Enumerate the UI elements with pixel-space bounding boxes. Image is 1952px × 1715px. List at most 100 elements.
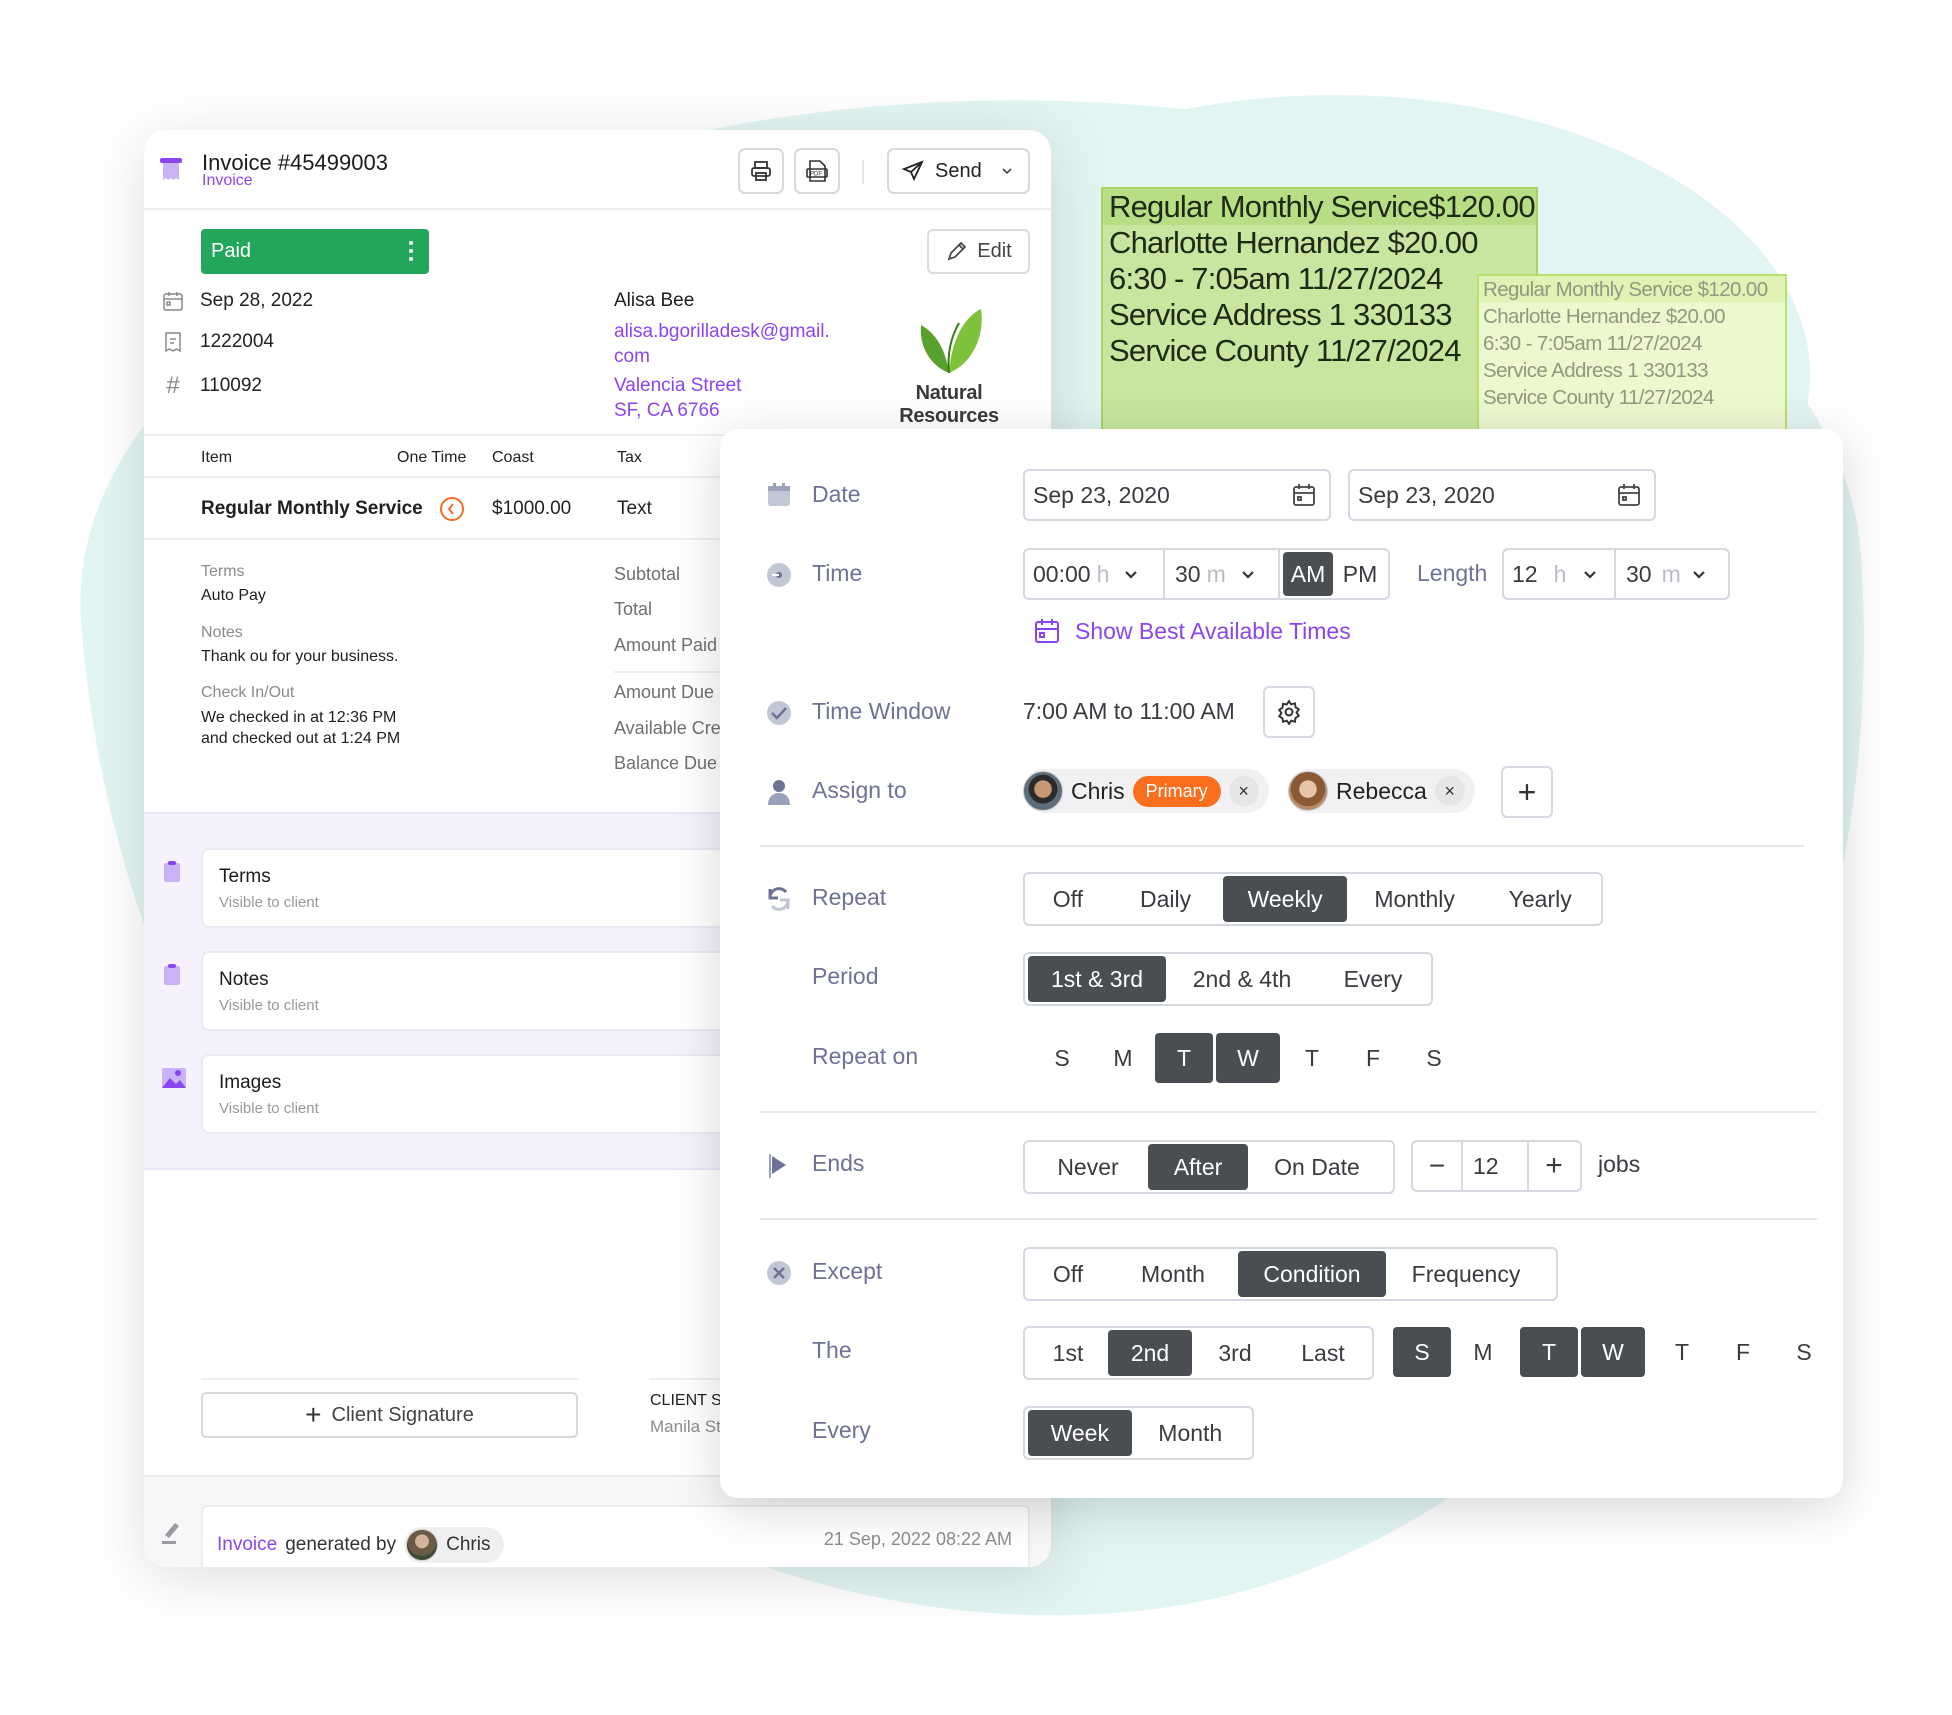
weekday-toggle[interactable]: W [1581, 1327, 1645, 1377]
status-dropdown[interactable]: Paid [201, 229, 429, 274]
end-date-input[interactable]: Sep 23, 2020 [1348, 469, 1656, 521]
weekday-toggle[interactable]: M [1094, 1033, 1152, 1083]
except-option[interactable]: Month [1108, 1251, 1238, 1297]
route-note-preview: Regular Monthly Service $120.00 Charlott… [1477, 274, 1787, 444]
client-email[interactable]: alisa.bgorilladesk@gmail. [614, 321, 830, 343]
period-option[interactable]: 2nd & 4th [1166, 956, 1318, 1002]
edit-history-icon [162, 1523, 179, 1544]
minute-select[interactable]: 30 m [1165, 550, 1280, 598]
assignee-name: Chris [1071, 777, 1125, 804]
show-best-times-link[interactable]: Show Best Available Times [1033, 617, 1351, 645]
pm-toggle[interactable]: PM [1335, 552, 1385, 596]
repeat-on-days: S M T W T F S [1033, 1033, 1466, 1083]
check-circle-icon [767, 701, 791, 725]
ends-option[interactable]: Never [1028, 1144, 1148, 1190]
calendar-icon [1035, 619, 1059, 643]
note-line: Service County 11/27/2024 [1109, 333, 1461, 368]
remove-assignee-icon[interactable]: × [1228, 776, 1259, 806]
weekday-toggle[interactable]: T [1653, 1327, 1711, 1377]
repeat-option[interactable]: Off [1028, 876, 1108, 922]
except-segmented: Off Month Condition Frequency [1023, 1247, 1558, 1301]
weekday-toggle[interactable]: W [1216, 1033, 1280, 1083]
repeat-option[interactable]: Monthly [1347, 876, 1483, 922]
the-option[interactable]: 3rd [1192, 1330, 1278, 1376]
hour-value: 00:00 [1033, 560, 1091, 587]
every-option[interactable]: Month [1132, 1410, 1249, 1456]
weekday-toggle[interactable]: S [1393, 1327, 1451, 1377]
jobs-count-input[interactable]: 12 [1463, 1142, 1529, 1190]
length-hour-select[interactable]: 12 h [1504, 550, 1616, 598]
client-email-cont[interactable]: com [614, 346, 650, 368]
client-address-line2[interactable]: SF, CA 6766 [614, 400, 720, 422]
repeat-option[interactable]: Weekly [1223, 876, 1347, 922]
send-button[interactable]: Send [887, 148, 1030, 194]
check-line1: We checked in at 12:36 PM [201, 709, 397, 726]
signature-line [201, 1378, 578, 1380]
user-chip[interactable]: Chris [404, 1527, 505, 1563]
am-toggle[interactable]: AM [1283, 552, 1333, 596]
summary-amount-paid: Amount Paid [614, 635, 718, 655]
add-assignee-button[interactable]: + [1501, 766, 1553, 818]
repeat-option[interactable]: Daily [1108, 876, 1224, 922]
reference-number-value: 110092 [200, 375, 262, 396]
invoice-subtitle[interactable]: Invoice [202, 172, 253, 190]
weekday-toggle[interactable]: F [1344, 1033, 1402, 1083]
weekday-toggle[interactable]: T [1283, 1033, 1341, 1083]
flag-icon [769, 1154, 786, 1178]
check-line2: and checked out at 1:24 PM [201, 730, 401, 747]
ends-option[interactable]: On Date [1248, 1144, 1386, 1190]
repeat-option[interactable]: Yearly [1482, 876, 1598, 922]
the-option[interactable]: 1st [1028, 1330, 1108, 1376]
ends-segmented: Never After On Date [1023, 1140, 1395, 1194]
decrement-button[interactable]: − [1413, 1142, 1463, 1190]
except-option[interactable]: Frequency [1386, 1251, 1546, 1297]
length-minute-value: 30 [1626, 560, 1652, 587]
weekday-toggle[interactable]: T [1520, 1327, 1578, 1377]
every-option[interactable]: Week [1028, 1410, 1132, 1456]
assignee-chip-chris[interactable]: Chris Primary × [1023, 769, 1269, 813]
period-option[interactable]: 1st & 3rd [1028, 956, 1166, 1002]
client-signature-label: Client Signature [331, 1403, 474, 1426]
section-subtitle: Visible to client [219, 894, 319, 911]
logo-name: Natural Resources [899, 382, 999, 427]
summary-divider [614, 671, 734, 673]
weekday-toggle[interactable]: M [1454, 1327, 1512, 1377]
weekday-toggle[interactable]: S [1405, 1033, 1463, 1083]
notes-value: Thank ou for your business. [201, 648, 399, 665]
terms-label: Terms [201, 563, 245, 580]
the-option[interactable]: Last [1278, 1330, 1368, 1376]
time-window-settings-button[interactable] [1263, 686, 1315, 738]
client-signature-button[interactable]: + Client Signature [201, 1392, 578, 1438]
chevron-down-icon [1241, 571, 1254, 579]
client-address-line1[interactable]: Valencia Street [614, 375, 741, 397]
pdf-button[interactable]: PDF [794, 148, 840, 194]
section-title: Images [219, 1072, 282, 1093]
edit-button[interactable]: Edit [927, 229, 1030, 274]
pencil-icon [947, 241, 967, 260]
increment-button[interactable]: + [1529, 1142, 1579, 1190]
time-window-label: Time Window [812, 698, 951, 724]
weekday-toggle[interactable]: S [1775, 1327, 1833, 1377]
calendar-icon [1293, 484, 1315, 506]
printer-icon [751, 161, 771, 181]
weekday-toggle[interactable]: F [1714, 1327, 1772, 1377]
assignee-chip-rebecca[interactable]: Rebecca × [1288, 769, 1475, 813]
except-option[interactable]: Off [1028, 1251, 1108, 1297]
print-button[interactable] [738, 148, 784, 194]
start-date-input[interactable]: Sep 23, 2020 [1023, 469, 1331, 521]
jobs-unit: jobs [1598, 1151, 1641, 1177]
period-option[interactable]: Every [1318, 956, 1428, 1002]
start-date-value: Sep 23, 2020 [1033, 481, 1170, 508]
row-cost: $1000.00 [492, 498, 572, 519]
weekday-toggle[interactable]: S [1033, 1033, 1091, 1083]
length-minute-select[interactable]: 30 m [1616, 550, 1728, 598]
activity-invoice-link[interactable]: Invoice [217, 1534, 277, 1556]
every-label: Every [812, 1417, 871, 1443]
hour-select[interactable]: 00:00 h [1025, 550, 1165, 598]
except-option[interactable]: Condition [1238, 1251, 1386, 1297]
remove-assignee-icon[interactable]: × [1434, 776, 1465, 806]
the-option[interactable]: 2nd [1108, 1330, 1192, 1376]
weekday-toggle[interactable]: T [1155, 1033, 1213, 1083]
ends-option[interactable]: After [1148, 1144, 1248, 1190]
activity-text: generated by [285, 1534, 397, 1555]
